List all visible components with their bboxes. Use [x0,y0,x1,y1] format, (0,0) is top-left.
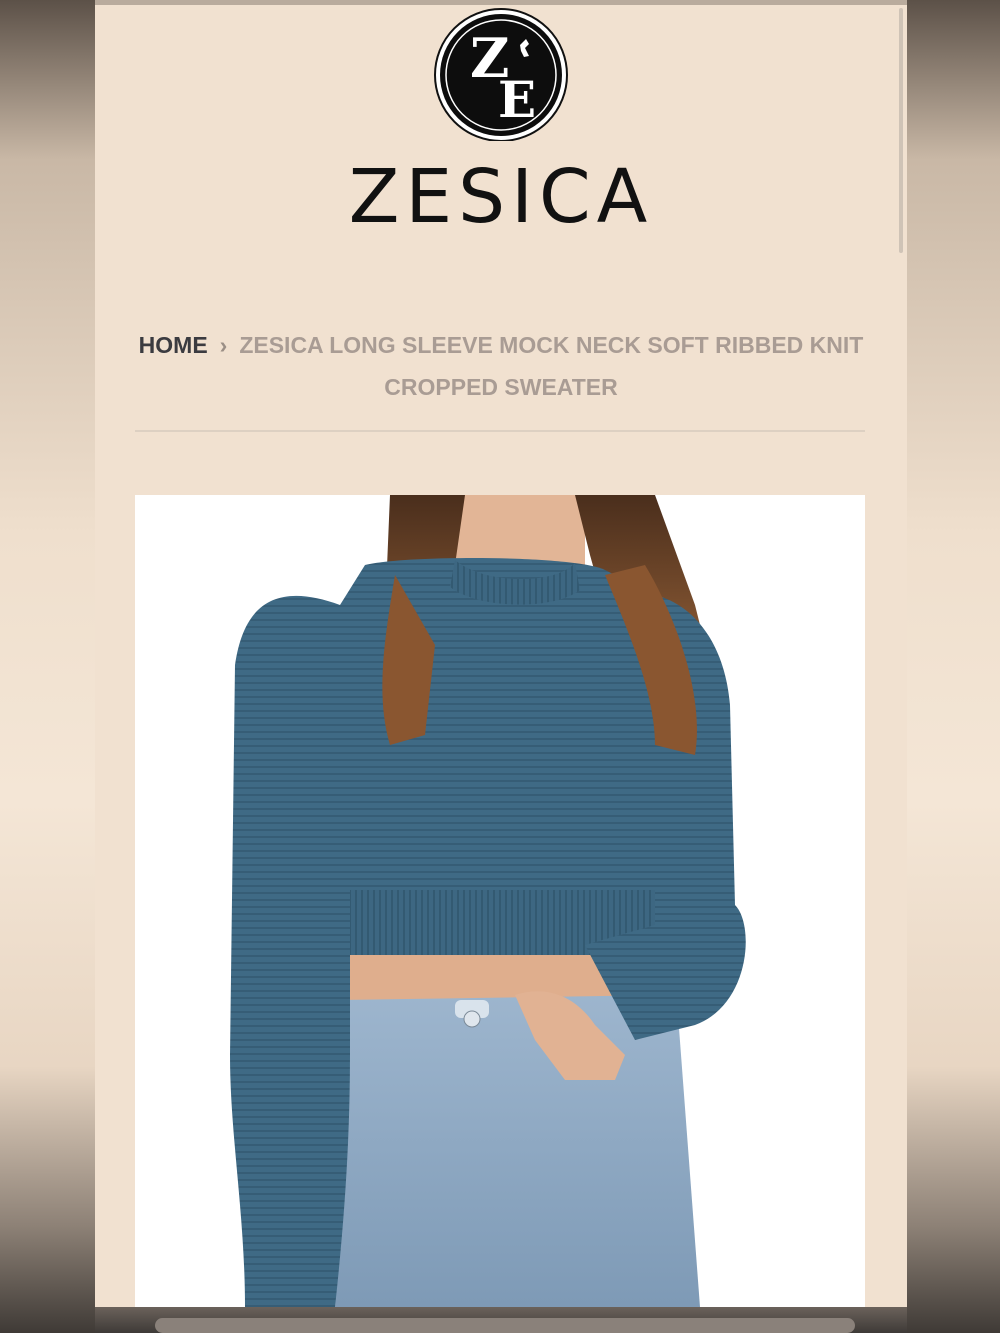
breadcrumb-current-page: ZESICA LONG SLEEVE MOCK NECK SOFT RIBBED… [239,332,864,400]
breadcrumb-home-link[interactable]: HOME [139,332,208,358]
background-blur-right [907,0,1000,1333]
product-photo-sweater-icon [230,495,746,1307]
brand-logo[interactable]: Z E [428,5,574,141]
breadcrumb-separator: › [219,332,228,358]
address-bar[interactable] [155,1318,855,1333]
background-blur-left [0,0,95,1333]
breadcrumb-divider [135,430,865,432]
product-image[interactable] [135,495,865,1307]
brand-name[interactable]: ZESICA [95,154,907,240]
svg-text:E: E [498,70,536,129]
breadcrumb: HOME › ZESICA LONG SLEEVE MOCK NECK SOFT R… [135,324,867,408]
page: Z E ZESICA HOME › ZESICA LONG SLEEVE MOCK … [95,0,907,1333]
